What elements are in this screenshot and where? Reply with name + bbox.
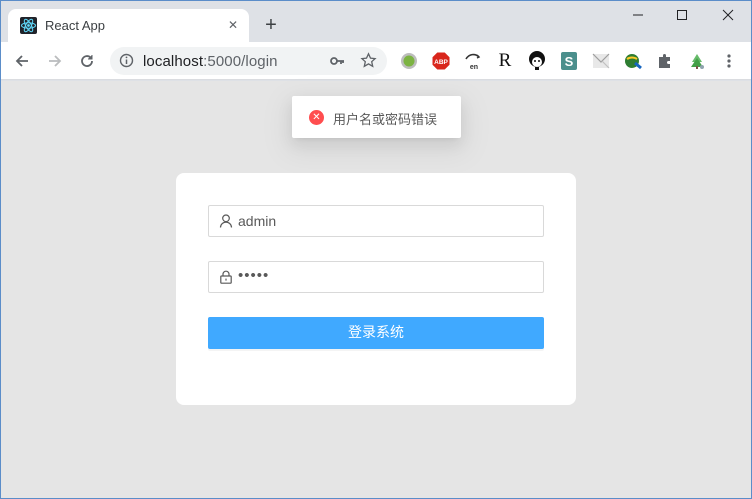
back-button[interactable] xyxy=(10,49,34,73)
username-field[interactable]: admin xyxy=(208,205,544,237)
forward-button[interactable] xyxy=(43,49,67,73)
url-host: localhost xyxy=(143,53,204,70)
url-path: :5000/login xyxy=(203,53,278,70)
s-label: S xyxy=(565,54,574,69)
error-icon: ✕ xyxy=(309,110,324,125)
puzzle-extension-icon[interactable] xyxy=(655,51,675,71)
window-close-button[interactable] xyxy=(706,4,750,26)
star-icon[interactable] xyxy=(360,52,377,74)
tab-close-icon[interactable]: ✕ xyxy=(225,17,241,33)
browser-title-bar: React App ✕ + xyxy=(0,0,752,42)
login-button[interactable]: 登录系统 xyxy=(208,317,544,349)
browser-toolbar: localhost:5000/login ABP en R S xyxy=(0,42,752,80)
password-field[interactable]: ••••• xyxy=(208,261,544,293)
mail-extension-icon[interactable] xyxy=(591,51,611,71)
vpn-extension-icon[interactable] xyxy=(623,51,643,71)
avatar-extension-icon[interactable] xyxy=(527,51,547,71)
menu-icon[interactable] xyxy=(719,51,739,71)
login-card: admin ••••• 登录系统 xyxy=(176,173,576,405)
user-icon xyxy=(219,214,233,228)
reload-button[interactable] xyxy=(75,49,99,73)
url-text[interactable]: localhost:5000/login xyxy=(143,53,278,70)
key-icon[interactable] xyxy=(329,53,345,74)
translate-extension-icon[interactable]: en xyxy=(463,51,483,71)
username-value: admin xyxy=(238,213,277,229)
maximize-button[interactable] xyxy=(660,4,704,26)
info-icon[interactable] xyxy=(119,53,134,73)
error-message-text: 用户名或密码错误 xyxy=(333,113,438,128)
new-tab-button[interactable]: + xyxy=(259,14,283,38)
minimize-button[interactable] xyxy=(616,4,660,26)
tab-title: React App xyxy=(45,18,105,33)
browser-tab[interactable]: React App ✕ xyxy=(8,9,249,42)
translate-label: en xyxy=(470,64,478,71)
react-icon xyxy=(20,17,37,34)
lock-icon xyxy=(219,270,233,284)
address-bar[interactable]: localhost:5000/login xyxy=(110,47,387,75)
tree-extension-icon[interactable] xyxy=(687,51,707,71)
green-circle-extension-icon[interactable] xyxy=(399,51,419,71)
error-message: ✕ 用户名或密码错误 xyxy=(292,96,461,138)
adblock-plus-extension-icon[interactable]: ABP xyxy=(431,51,451,71)
r-extension-icon[interactable]: R xyxy=(495,50,515,71)
page-content: ✕ 用户名或密码错误 admin ••••• 登录系统 xyxy=(1,81,751,498)
password-value: ••••• xyxy=(238,267,270,284)
abp-label: ABP xyxy=(434,59,448,66)
s-extension-icon[interactable]: S xyxy=(559,51,579,71)
